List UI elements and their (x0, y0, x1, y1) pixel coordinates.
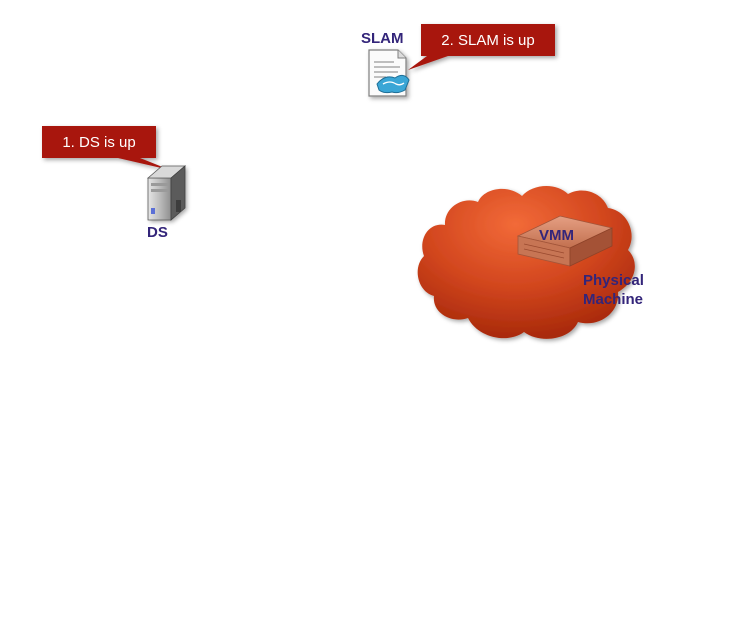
ds-label: DS (147, 224, 168, 241)
slam-label: SLAM (361, 30, 404, 47)
cloud-icon (417, 185, 635, 339)
physical-machine-label-line2: Machine (583, 291, 644, 308)
physical-machine-label-line1: Physical (583, 272, 644, 289)
server-tower-icon (146, 165, 187, 221)
callout-ds-up-text: 1. DS is up (62, 134, 136, 151)
document-handshake-icon (368, 49, 410, 97)
callout-slam-up (42, 24, 635, 339)
vmm-label: VMM (539, 227, 574, 244)
callout-slam-up-text: 2. SLAM is up (441, 32, 535, 49)
